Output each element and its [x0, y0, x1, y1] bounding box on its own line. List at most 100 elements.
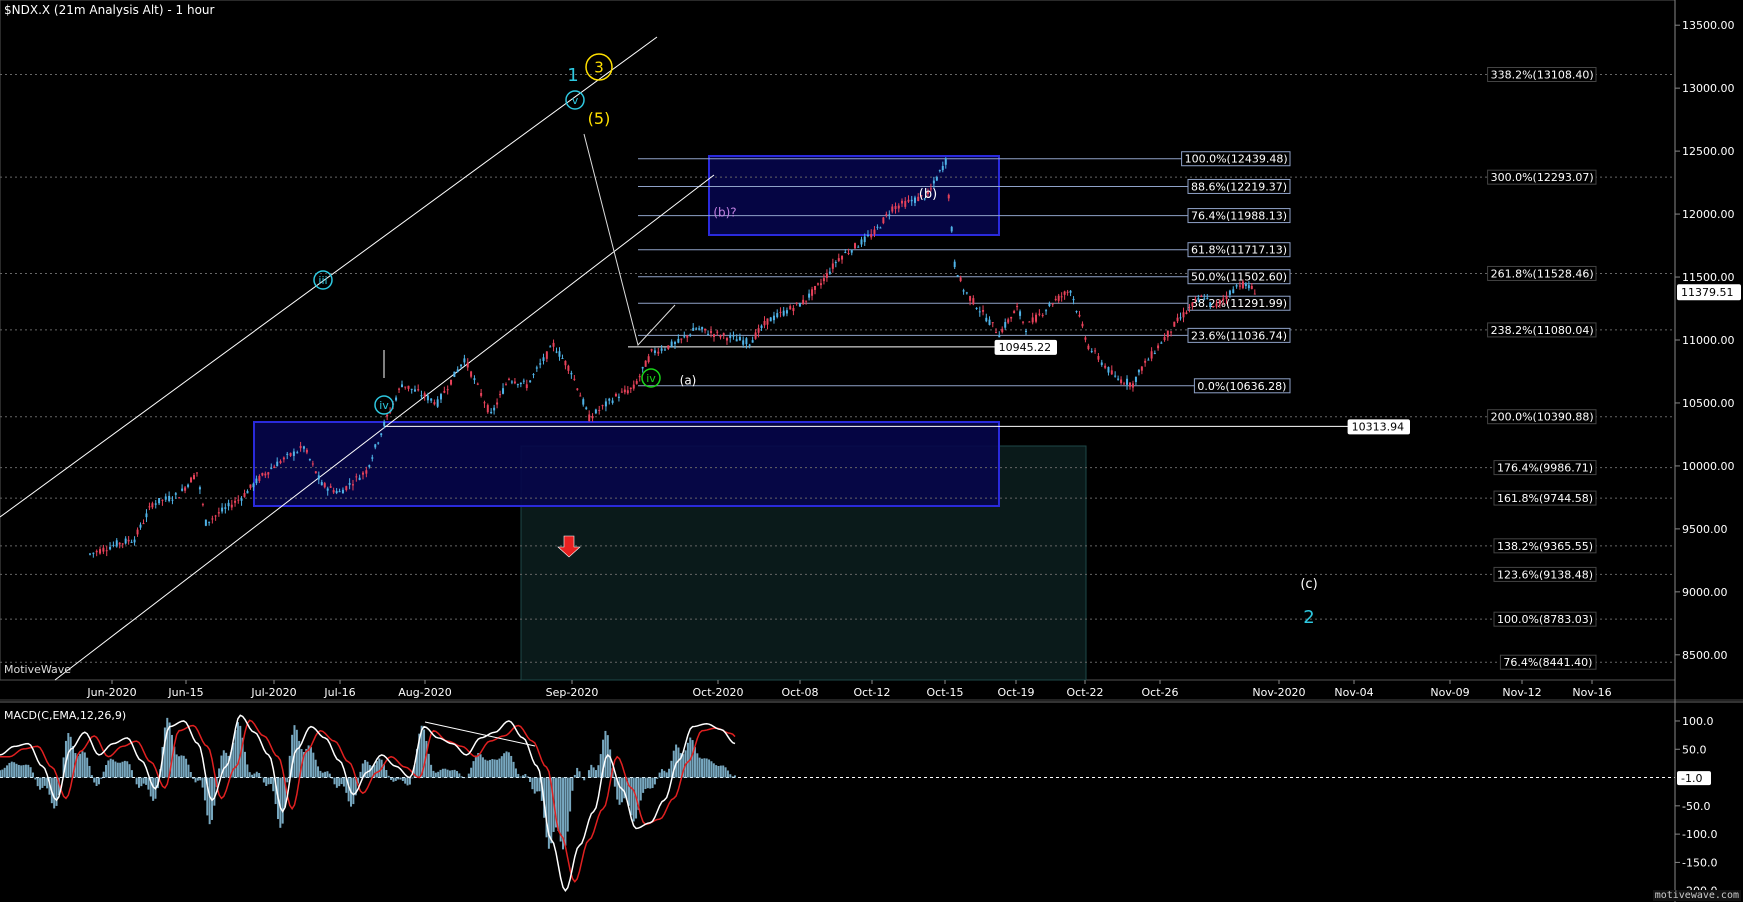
candle-body: [635, 381, 638, 384]
candle-body: [1144, 360, 1147, 363]
candle-body: [1250, 285, 1253, 289]
x-tick-label: Oct-22: [1067, 686, 1104, 699]
candle-body: [273, 466, 276, 469]
candle-body: [819, 283, 822, 286]
price-panel: 338.2%(13108.40)300.0%(12293.07)261.8%(1…: [0, 0, 1743, 703]
wave-label: (a): [680, 374, 697, 388]
x-tick-label: Jul-2020: [250, 686, 296, 699]
candle-body: [863, 236, 866, 243]
candle-body: [1157, 345, 1160, 349]
candle-body: [208, 521, 211, 523]
wave-label: (b)?: [713, 206, 736, 220]
candle-body: [725, 338, 728, 341]
fib-left-label: 23.6%(11036.74): [1191, 329, 1287, 342]
fib-right-label: 76.4%(8441.40): [1503, 656, 1592, 669]
candle-body: [1120, 379, 1123, 383]
candle-body: [638, 376, 641, 378]
candle-body: [698, 328, 701, 330]
candle-body: [1060, 296, 1063, 298]
candle-body: [1147, 359, 1150, 361]
candle-body: [757, 328, 760, 333]
candle-body: [763, 320, 766, 326]
candle-body: [552, 342, 555, 347]
fib-right-label: 123.6%(9138.48): [1497, 568, 1593, 581]
candle-body: [598, 409, 601, 411]
candle-body: [398, 388, 401, 390]
candle-body: [822, 278, 825, 282]
candle-body: [276, 461, 279, 467]
candle-body: [882, 217, 885, 224]
candle-body: [532, 374, 535, 376]
candle-body: [978, 311, 981, 313]
candle-body: [121, 543, 124, 545]
fib-right-label: 300.0%(12293.07): [1491, 171, 1594, 184]
candle-body: [1241, 281, 1244, 289]
candle-body: [535, 367, 538, 369]
candle-body: [1200, 295, 1203, 297]
candle-body: [782, 310, 785, 316]
candle-body: [1129, 382, 1131, 387]
candle-body: [335, 490, 338, 494]
candle-body: [614, 393, 617, 397]
candle-body: [1104, 365, 1107, 368]
support-box: [253, 421, 1000, 507]
candle-body: [404, 386, 407, 388]
candle-body: [1197, 298, 1200, 300]
candle-body: [588, 414, 591, 422]
y-tick-label: 11500.00: [1682, 271, 1735, 284]
candle-body: [1069, 290, 1072, 293]
candle-body: [187, 484, 190, 487]
candle-body: [660, 348, 663, 351]
candle-body: [754, 332, 757, 339]
candle-body: [1215, 303, 1218, 307]
candle-body: [891, 206, 894, 212]
fib-left-label: 50.0%(11502.60): [1191, 271, 1287, 284]
x-tick-label: Oct-15: [927, 686, 964, 699]
candle-body: [99, 549, 102, 554]
candle-body: [124, 538, 127, 544]
candle-body: [443, 390, 446, 393]
fib-right-label: 176.4%(9986.71): [1497, 462, 1593, 475]
candle-body: [802, 299, 805, 305]
candle-body: [831, 263, 834, 269]
candle-body: [308, 459, 311, 461]
candle-body: [1078, 314, 1081, 317]
candle-body: [1107, 367, 1110, 373]
candle-body: [850, 250, 853, 253]
candle-body: [629, 387, 632, 390]
candle-body: [230, 504, 233, 508]
candle-body: [496, 402, 499, 405]
candle-body: [161, 499, 164, 501]
candle-body: [476, 383, 479, 385]
candle-body: [722, 333, 725, 336]
candle-body: [433, 402, 436, 405]
candle-body: [1247, 285, 1250, 289]
wave-label: 2: [1303, 607, 1314, 628]
brand-label: MotiveWave: [4, 663, 72, 676]
candle-body: [564, 360, 567, 366]
candle-body: [885, 214, 888, 216]
candle-body: [1045, 310, 1048, 312]
candle-body: [641, 366, 644, 369]
candle-body: [282, 457, 285, 460]
candle-body: [785, 310, 788, 314]
candle-body: [860, 239, 863, 245]
candle-body: [608, 398, 611, 401]
candle-body: [1182, 312, 1185, 318]
candle-body: [998, 335, 1001, 338]
candle-body: [317, 475, 320, 480]
candle-body: [573, 378, 576, 380]
y-tick-label: 9000.00: [1682, 586, 1728, 599]
candle-body: [844, 251, 847, 253]
candle-body: [377, 442, 380, 444]
macd-y-tick-label: -50.0: [1682, 800, 1710, 813]
fib-right-label: 100.0%(8783.03): [1497, 613, 1593, 626]
macd-y-tick-label: -100.0: [1682, 828, 1717, 841]
candle-body: [735, 339, 738, 342]
candle-body: [751, 340, 754, 343]
x-tick-label: Nov-2020: [1252, 686, 1305, 699]
candle-body: [657, 351, 660, 354]
candle-body: [1057, 295, 1060, 301]
candle-body: [811, 289, 814, 296]
candle-body: [1010, 316, 1013, 319]
